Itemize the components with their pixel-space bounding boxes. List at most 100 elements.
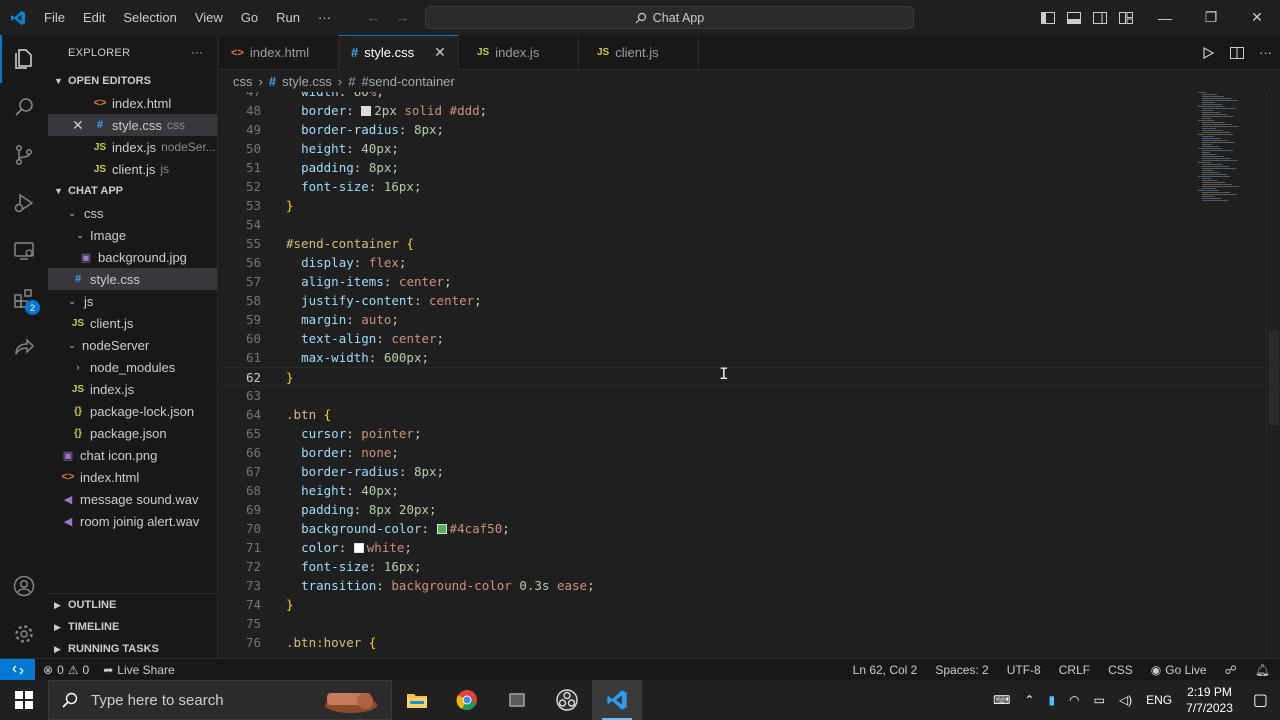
tree-file[interactable]: {} package.json bbox=[48, 422, 217, 444]
menu-view[interactable]: View bbox=[186, 0, 232, 35]
menu-run[interactable]: Run bbox=[267, 0, 309, 35]
tree-file[interactable]: ▣ chat icon.png bbox=[48, 444, 217, 466]
tree-folder[interactable]: › node_modules bbox=[48, 356, 217, 378]
tree-file[interactable]: <> index.html bbox=[48, 466, 217, 488]
restore-icon[interactable]: ❐ bbox=[1188, 0, 1234, 35]
split-editor-icon[interactable] bbox=[1229, 45, 1245, 61]
indentation[interactable]: Spaces: 2 bbox=[935, 663, 988, 677]
code-line[interactable]: 55 #send-container { bbox=[219, 234, 1280, 253]
menu-edit[interactable]: Edit bbox=[74, 0, 114, 35]
code-line[interactable]: 72 font-size: 16px; bbox=[219, 557, 1280, 576]
breadcrumb-symbol[interactable]: #send-container bbox=[362, 74, 455, 89]
tab-client-js[interactable]: JS client.js bbox=[579, 35, 699, 70]
menu-file[interactable]: File bbox=[35, 0, 74, 35]
language-mode[interactable]: CSS bbox=[1108, 663, 1133, 677]
project-header[interactable]: ▼ CHAT APP bbox=[48, 180, 217, 202]
code-line[interactable]: 61 max-width: 600px; bbox=[219, 348, 1280, 367]
settings-gear-icon[interactable] bbox=[0, 610, 48, 658]
code-line[interactable]: 54 bbox=[219, 215, 1280, 234]
code-line[interactable]: 57 align-items: center; bbox=[219, 272, 1280, 291]
vscode-app-icon[interactable] bbox=[592, 680, 642, 720]
code-line[interactable]: 47 width: 80%; bbox=[219, 92, 1280, 101]
file-explorer-app-icon[interactable] bbox=[392, 680, 442, 720]
menu-more[interactable]: ··· bbox=[309, 0, 340, 35]
code-line[interactable]: 76 .btn:hover { bbox=[219, 633, 1280, 652]
code-line[interactable]: 53} bbox=[219, 196, 1280, 215]
outline-section[interactable]: ▶ OUTLINE bbox=[48, 594, 217, 616]
nav-forward-icon[interactable]: → bbox=[395, 9, 410, 26]
tree-file[interactable]: {} package-lock.json bbox=[48, 400, 217, 422]
code-line[interactable]: 63 bbox=[219, 386, 1280, 405]
tree-file[interactable]: ▣ background.jpg bbox=[48, 246, 217, 268]
notification-center-icon[interactable]: ▢ bbox=[1253, 690, 1268, 710]
notifications-bell-icon[interactable]: 🔔︎ bbox=[1255, 663, 1270, 677]
code-line[interactable]: 50 height: 40px; bbox=[219, 139, 1280, 158]
tree-folder[interactable]: ⌄ nodeServer bbox=[48, 334, 217, 356]
clock[interactable]: 2:19 PM 7/7/2023 bbox=[1186, 684, 1233, 716]
open-editor-item[interactable]: JS index.js nodeSer... bbox=[48, 136, 217, 158]
close-editor-icon[interactable]: ✕ bbox=[72, 117, 92, 134]
code-line[interactable]: 49 border-radius: 8px; bbox=[219, 120, 1280, 139]
menu-selection[interactable]: Selection bbox=[114, 0, 185, 35]
toggle-primary-sidebar-icon[interactable] bbox=[1040, 10, 1056, 26]
running-tasks-section[interactable]: ▶ RUNNING TASKS bbox=[48, 638, 217, 658]
code-line[interactable]: 70 background-color: #4caf50; bbox=[219, 519, 1280, 538]
explorer-icon[interactable] bbox=[0, 35, 48, 83]
live-share-status[interactable]: ➦ Live Share bbox=[103, 663, 174, 677]
open-editor-item[interactable]: ✕ # style.css css bbox=[48, 114, 217, 136]
toggle-secondary-sidebar-icon[interactable] bbox=[1092, 10, 1108, 26]
tree-file[interactable]: JS index.js bbox=[48, 378, 217, 400]
source-control-icon[interactable] bbox=[0, 131, 48, 179]
code-line[interactable]: 74} bbox=[219, 595, 1280, 614]
feedback-icon[interactable]: ☍ bbox=[1225, 663, 1237, 677]
code-line[interactable]: 48 border: 2px solid #ddd; bbox=[219, 101, 1280, 120]
tree-file[interactable]: ◀ room joinig alert.wav bbox=[48, 510, 217, 532]
remote-explorer-icon[interactable] bbox=[0, 227, 48, 275]
nav-back-icon[interactable]: ← bbox=[366, 9, 381, 26]
volume-icon[interactable]: ◁) bbox=[1119, 693, 1132, 707]
line-ending[interactable]: CRLF bbox=[1059, 663, 1090, 677]
code-line[interactable]: 75 bbox=[219, 614, 1280, 633]
tab-index-js[interactable]: JS index.js bbox=[459, 35, 579, 70]
input-language[interactable]: ENG bbox=[1146, 693, 1172, 707]
run-debug-icon[interactable] bbox=[0, 179, 48, 227]
code-line[interactable]: 51 padding: 8px; bbox=[219, 158, 1280, 177]
code-line[interactable]: 65 cursor: pointer; bbox=[219, 424, 1280, 443]
go-live-button[interactable]: ◉ Go Live bbox=[1151, 663, 1207, 677]
chrome-app-icon[interactable] bbox=[442, 680, 492, 720]
wifi-icon[interactable]: ◠ bbox=[1069, 693, 1079, 707]
tree-folder[interactable]: ⌄ Image bbox=[48, 224, 217, 246]
code-line[interactable]: 56 display: flex; bbox=[219, 253, 1280, 272]
open-editors-header[interactable]: ▼ OPEN EDITORS bbox=[48, 70, 217, 92]
remote-indicator-icon[interactable] bbox=[0, 658, 35, 681]
editor-more-icon[interactable]: ··· bbox=[1259, 45, 1272, 60]
command-center[interactable]: Chat App bbox=[425, 6, 914, 29]
tree-file[interactable]: # style.css bbox=[48, 268, 217, 290]
tree-file[interactable]: ◀ message sound.wav bbox=[48, 488, 217, 510]
vertical-scrollbar[interactable] bbox=[1266, 92, 1280, 658]
live-share-icon[interactable] bbox=[0, 323, 48, 371]
breadcrumb-folder[interactable]: css bbox=[233, 74, 253, 89]
code-line[interactable]: 60 text-align: center; bbox=[219, 329, 1280, 348]
code-line[interactable]: 73 transition: background-color 0.3s eas… bbox=[219, 576, 1280, 595]
battery-icon[interactable]: ▭ bbox=[1094, 693, 1105, 707]
open-editor-item[interactable]: JS client.js js bbox=[48, 158, 217, 180]
tree-folder[interactable]: ⌄ css bbox=[48, 202, 217, 224]
tab-index-html[interactable]: <> index.html bbox=[219, 35, 339, 70]
code-line[interactable]: 59 margin: auto; bbox=[219, 310, 1280, 329]
obs-app-icon[interactable] bbox=[542, 680, 592, 720]
timeline-section[interactable]: ▶ TIMELINE bbox=[48, 616, 217, 638]
code-line[interactable]: 62} bbox=[219, 367, 1280, 386]
open-editor-item[interactable]: <> index.html bbox=[48, 92, 217, 114]
menu-go[interactable]: Go bbox=[232, 0, 267, 35]
run-file-icon[interactable] bbox=[1201, 46, 1215, 60]
encoding[interactable]: UTF-8 bbox=[1007, 663, 1041, 677]
search-icon[interactable] bbox=[0, 83, 48, 131]
explorer-more-icon[interactable]: ··· bbox=[191, 47, 203, 59]
problems-indicator[interactable]: ⊗ 0 ⚠ 0 bbox=[43, 663, 89, 677]
microphone-icon[interactable]: ▮ bbox=[1048, 693, 1055, 707]
color-swatch[interactable] bbox=[361, 106, 372, 116]
account-icon[interactable] bbox=[0, 562, 48, 610]
minimap[interactable] bbox=[1198, 92, 1266, 212]
breadcrumb-file[interactable]: style.css bbox=[282, 74, 332, 89]
